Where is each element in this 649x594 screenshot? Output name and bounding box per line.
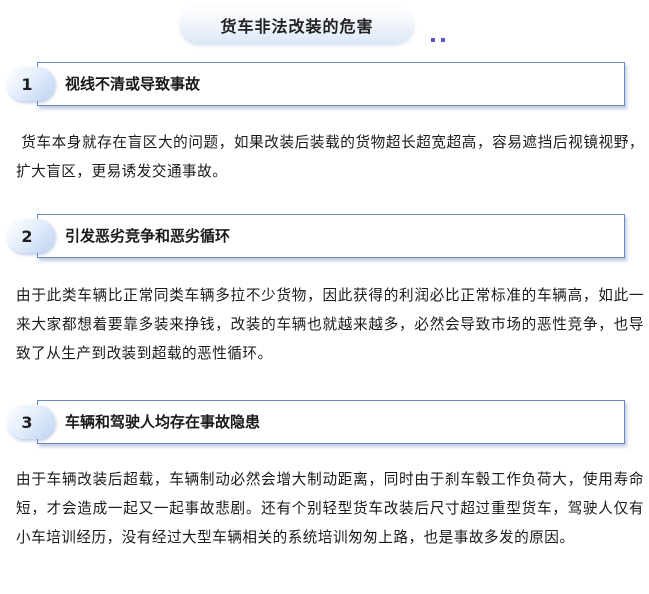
section-header-2: 2 引发恶劣竞争和恶劣循环 — [7, 214, 625, 258]
page-title-text: 货车非法改装的危害 — [220, 17, 374, 36]
section-number: 3 — [21, 412, 33, 432]
title-decoration-dots — [431, 38, 447, 44]
page-title: 货车非法改装的危害 — [181, 7, 413, 43]
section-heading: 车辆和驾驶人均存在事故隐患 — [65, 413, 261, 431]
section-body-2: 由于此类车辆比正常同类车辆多拉不少货物，因此获得的利润必比正常标准的车辆高，如此… — [16, 287, 644, 362]
section-number: 2 — [21, 226, 33, 246]
section-number-badge: 1 — [7, 67, 55, 101]
section-heading: 视线不清或导致事故 — [65, 75, 201, 93]
section-header-1: 1 视线不清或导致事故 — [7, 62, 625, 106]
section-body-1: 货车本身就存在盲区大的问题，如果改装后装载的货物超长超宽超高，容易遮挡后视镜视野… — [16, 134, 644, 180]
section-number-badge: 3 — [7, 405, 55, 439]
section-number-badge: 2 — [7, 219, 55, 253]
section-body-3: 由于车辆改装后超载，车辆制动必然会增大制动距离，同时由于刹车毂工作负荷大，使用寿… — [16, 471, 644, 546]
decoration-dot — [441, 38, 445, 42]
decoration-dot — [431, 38, 435, 42]
section-number: 1 — [21, 74, 33, 94]
section-heading: 引发恶劣竞争和恶劣循环 — [65, 227, 231, 245]
section-header-3: 3 车辆和驾驶人均存在事故隐患 — [7, 400, 625, 444]
article-page: 货车非法改装的危害 1 视线不清或导致事故 货车本身就存在盲区大的问题，如果改装… — [0, 0, 649, 594]
